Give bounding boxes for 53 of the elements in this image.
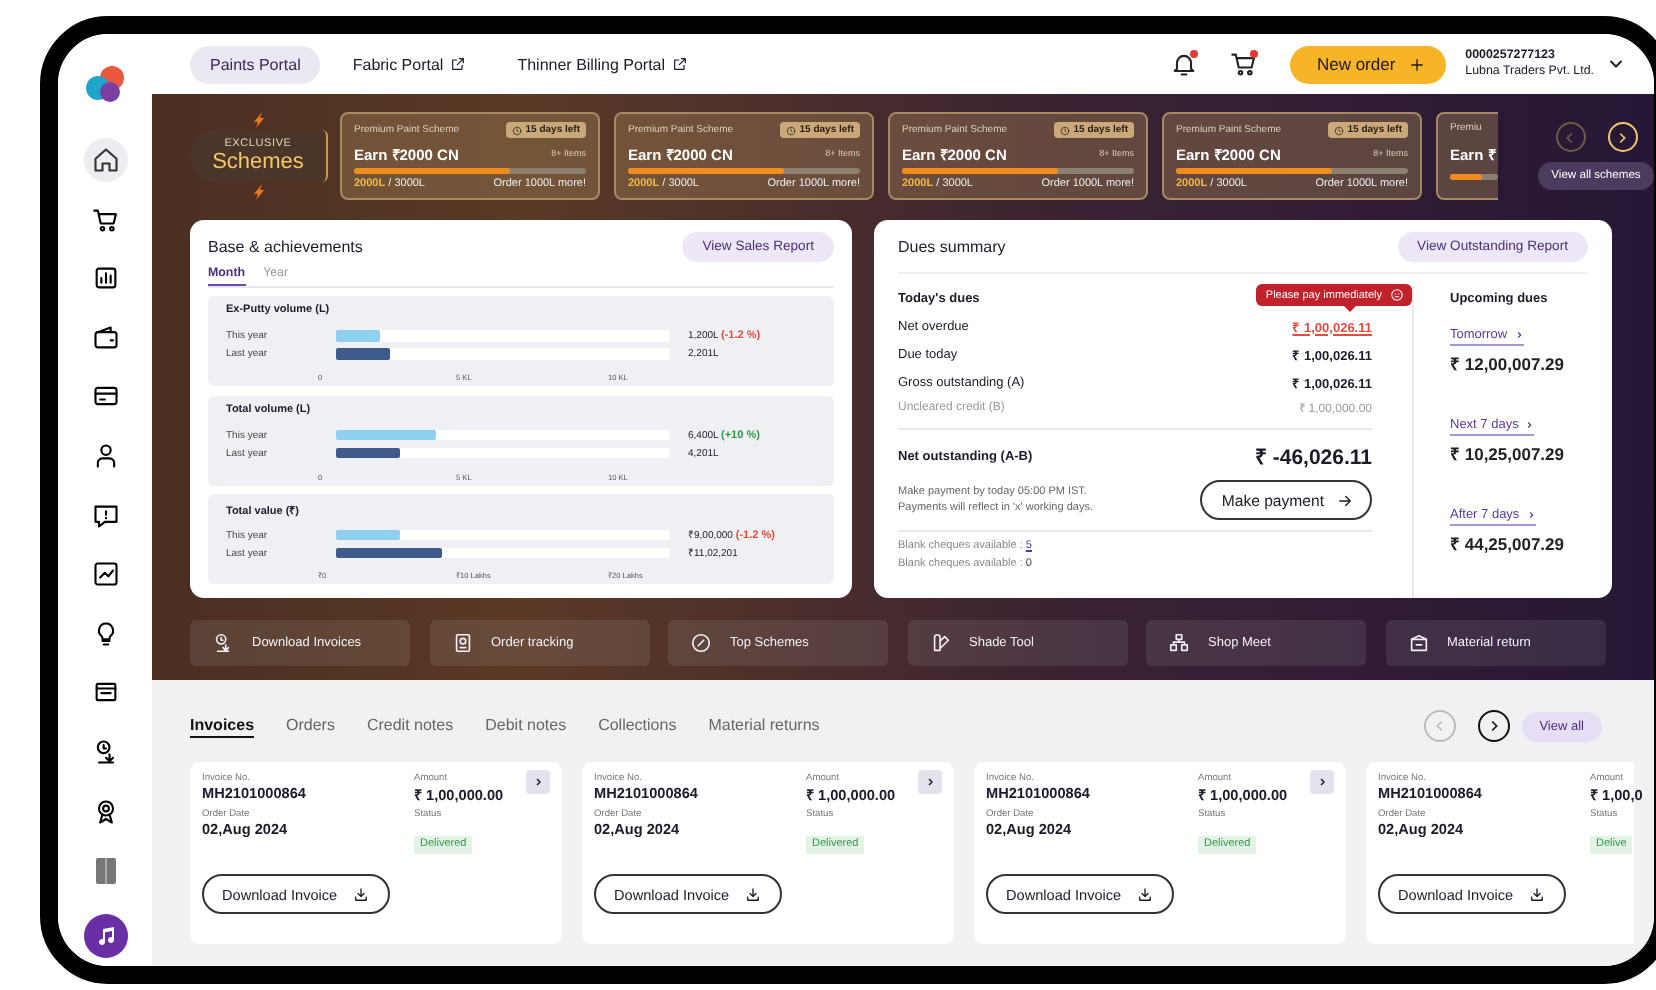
warning-icon: [1390, 288, 1404, 302]
next-button[interactable]: [1477, 710, 1510, 742]
home-icon[interactable]: [83, 138, 127, 182]
cart-icon[interactable]: [1230, 50, 1259, 78]
document-tab[interactable]: Debit notes: [485, 715, 567, 737]
open-invoice-button[interactable]: [526, 770, 550, 794]
chevron-right-icon: [1316, 776, 1328, 788]
chevron-right-icon: [1525, 510, 1536, 520]
upcoming-amount: ₹ 44,25,007.29: [1450, 532, 1564, 554]
chevron-right-icon: [924, 776, 936, 788]
new-order-button[interactable]: New order: [1290, 45, 1446, 83]
download-icon: [212, 632, 234, 654]
download-icon: [1135, 885, 1154, 903]
document-tab[interactable]: Credit notes: [366, 715, 454, 737]
clock-icon: [785, 125, 796, 135]
download-icon: [743, 885, 762, 903]
download-icon: [1527, 885, 1546, 903]
document-tab[interactable]: Collections: [598, 715, 677, 737]
upcoming-amount: ₹ 10,25,007.29: [1450, 442, 1564, 464]
chevron-right-icon: [1524, 420, 1535, 430]
chevron-right-icon: [1513, 330, 1524, 340]
panel-title: Base & achievements: [208, 238, 363, 256]
open-invoice-button[interactable]: [1310, 770, 1334, 794]
portal-tab[interactable]: Thinner Billing Portal: [497, 45, 708, 83]
box-icon: [1407, 632, 1429, 654]
upcoming-amount: ₹ 12,00,007.29: [1450, 352, 1564, 374]
clipboard-icon: [451, 632, 473, 654]
chevron-left-icon: [1562, 129, 1578, 145]
download-icon: [351, 885, 370, 903]
open-invoice-button[interactable]: [918, 770, 942, 794]
plus-icon: [1407, 55, 1426, 73]
chevron-right-icon: [532, 776, 544, 788]
arrow-icon: [1336, 491, 1354, 509]
palette-icon: [929, 632, 951, 654]
clock-icon: [511, 125, 522, 135]
portal-tab[interactable]: Paints Portal: [190, 45, 321, 83]
panel-title: Dues summary: [898, 238, 1006, 256]
logo-icon: [83, 62, 127, 106]
clock-icon: [1333, 125, 1344, 135]
bell-icon[interactable]: [1170, 50, 1199, 78]
document-tab[interactable]: Invoices: [190, 715, 255, 737]
document-tab[interactable]: Orders: [286, 715, 335, 737]
portal-tab[interactable]: Fabric Portal: [332, 45, 486, 83]
bolt-icon: [252, 184, 264, 200]
music-app-icon[interactable]: [83, 914, 127, 958]
org-chart-icon: [1168, 632, 1190, 654]
chevron-right-icon: [1614, 129, 1630, 145]
document-tab[interactable]: Material returns: [708, 715, 820, 737]
bolt-icon: [252, 112, 264, 128]
net-outstanding-amount: ₹ -46,026.11: [1254, 444, 1372, 470]
badge-title: Schemes: [212, 150, 304, 174]
chevron-left-icon: [1431, 718, 1448, 734]
clock-icon: [1059, 125, 1070, 135]
